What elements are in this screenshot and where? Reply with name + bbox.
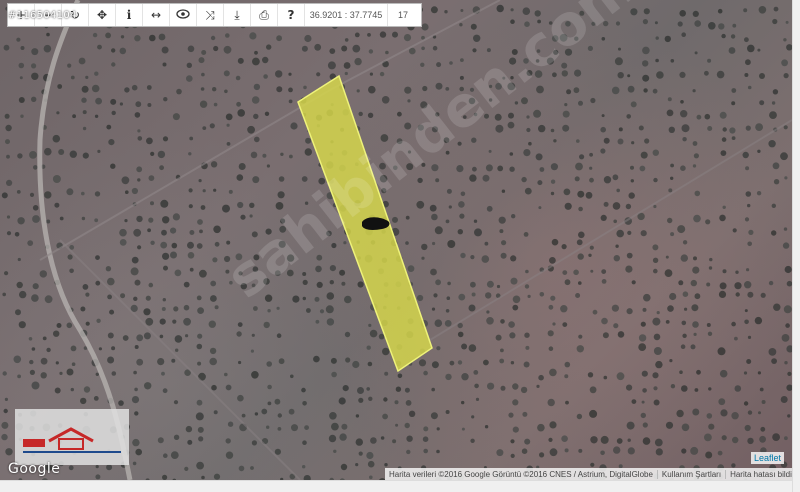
field-boundary [39,0,501,261]
crosshair-icon: ✥ [96,8,108,22]
zoom-level: 17 [397,10,408,20]
attribution-data: Harita verileri ©2016 Google Görüntü ©20… [385,469,658,479]
refresh-button[interactable]: ↻ [62,4,89,26]
map-toolbar: + − ↻ ✥ i ↔ ⤨ ⤓ ⎙ ? 36.9201 : 37.7745 17 [7,3,422,27]
measure-button[interactable]: ↔ [143,4,170,26]
dirt-road [37,0,133,480]
download-icon: ⤓ [234,7,240,22]
google-logo: Google [8,461,61,477]
info-button[interactable]: i [116,4,143,26]
satellite-map[interactable]: sahibinden.com + − ↻ ✥ i ↔ ⤨ ⤓ ⎙ ? 36.92… [0,0,792,480]
shuffle-button[interactable]: ⤨ [197,4,224,26]
eye-icon [176,8,190,22]
info-icon: i [126,8,132,22]
terms-link[interactable]: Kullanım Şartları [658,469,727,479]
view-button[interactable] [170,4,197,26]
refresh-icon: ↻ [69,8,81,22]
coordinate-readout: 36.9201 : 37.7745 [305,4,388,26]
report-error-link[interactable]: Harita hatası bildirin [726,470,792,479]
terrain-layer [1,0,792,480]
plus-icon: + [15,8,27,22]
print-icon: ⎙ [259,7,269,22]
minus-icon: − [42,8,54,22]
field-boundary-3 [429,119,792,341]
map-attribution: Harita verileri ©2016 Google Görüntü ©20… [385,468,792,480]
agency-logo [15,409,129,465]
help-icon: ? [287,8,295,22]
locate-button[interactable]: ✥ [89,4,116,26]
print-button[interactable]: ⎙ [251,4,278,26]
horizontal-scrollbar[interactable] [0,480,792,492]
help-button[interactable]: ? [278,4,305,26]
agency-logo-icon [23,427,121,453]
measure-icon: ↔ [150,8,162,22]
download-button[interactable]: ⤓ [224,4,251,26]
vertical-scrollbar[interactable] [792,0,800,492]
zoom-out-button[interactable]: − [35,4,62,26]
leaflet-link[interactable]: Leaflet [750,452,784,464]
zoom-in-button[interactable]: + [8,4,35,26]
shuffle-icon: ⤨ [205,7,215,22]
